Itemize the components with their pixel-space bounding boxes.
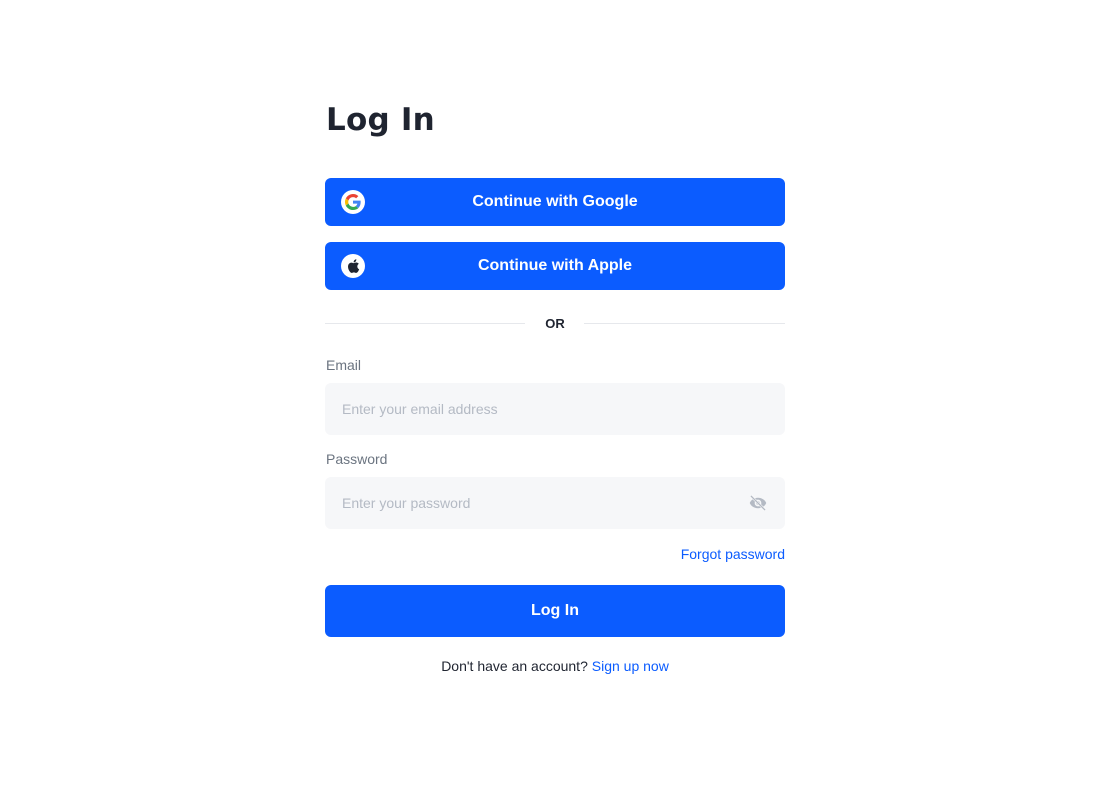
- forgot-password-link[interactable]: Forgot password: [681, 546, 785, 562]
- email-input[interactable]: [325, 383, 785, 435]
- or-divider: OR: [325, 313, 785, 335]
- apple-icon: [341, 254, 365, 278]
- divider-line-right: [584, 323, 785, 324]
- signup-prompt: Don't have an account? Sign up now: [325, 658, 785, 674]
- divider-or-text: OR: [545, 316, 565, 331]
- eye-off-icon[interactable]: [749, 494, 767, 512]
- signup-prompt-text: Don't have an account?: [441, 658, 588, 674]
- divider-line-left: [325, 323, 525, 324]
- password-label: Password: [326, 451, 388, 467]
- email-label: Email: [326, 357, 362, 373]
- continue-with-google-label: Continue with Google: [472, 193, 638, 210]
- continue-with-apple-button[interactable]: Continue with Apple: [325, 242, 785, 290]
- password-field-wrapper: [325, 477, 785, 529]
- page-title: Log In: [326, 102, 435, 138]
- continue-with-apple-label: Continue with Apple: [477, 257, 633, 274]
- password-input[interactable]: [325, 477, 785, 529]
- google-icon: [341, 190, 365, 214]
- email-field-wrapper: [325, 383, 785, 435]
- continue-with-google-button[interactable]: Continue with Google: [325, 178, 785, 226]
- login-submit-button[interactable]: Log In: [325, 585, 785, 637]
- sign-up-link[interactable]: Sign up now: [592, 658, 669, 674]
